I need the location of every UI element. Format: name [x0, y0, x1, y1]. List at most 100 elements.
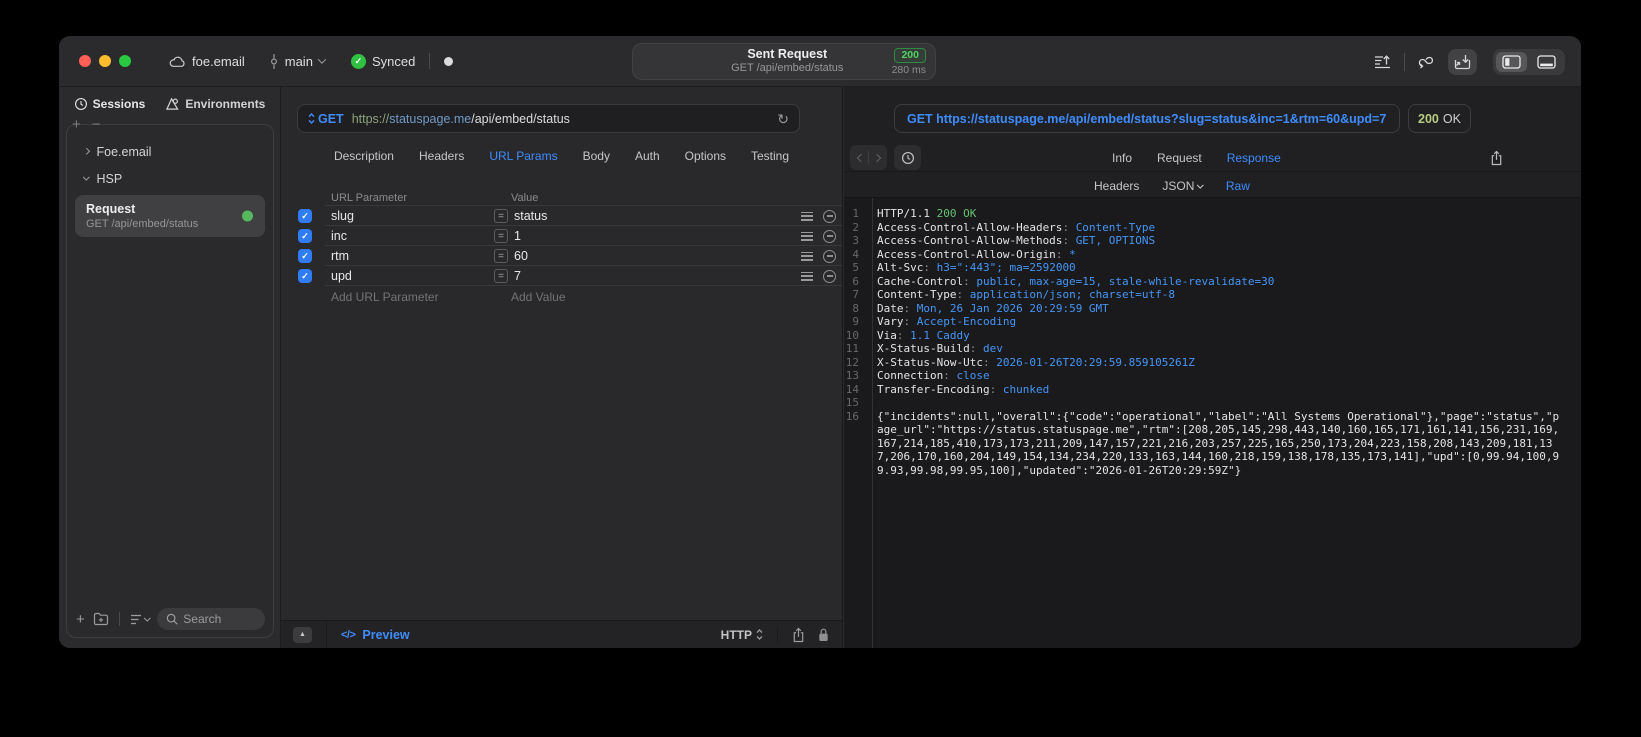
toggle-left-panel-button[interactable] [1496, 51, 1527, 72]
import-response-button[interactable] [1448, 48, 1477, 75]
remove-param-icon[interactable] [823, 249, 836, 263]
environments-icon [165, 97, 180, 111]
param-value[interactable]: 60 [514, 249, 801, 263]
param-enabled-checkbox[interactable]: ✓ [298, 269, 312, 283]
request-editor-pane: GET https://statuspage.me/api/embed/stat… [281, 87, 843, 648]
request-url-bar[interactable]: GET https://statuspage.me/api/embed/stat… [297, 104, 800, 133]
line-number: 8 [852, 301, 859, 315]
titlebar-actions [1374, 36, 1565, 87]
request-tab-headers[interactable]: Headers [419, 149, 464, 163]
param-row: ✓ rtm = 60 [281, 246, 842, 266]
preview-label: Preview [362, 627, 410, 642]
sent-request-pill[interactable]: Sent Request GET /api/embed/status 200 2… [632, 43, 936, 80]
tab-environments-label: Environments [185, 97, 266, 111]
param-value[interactable]: 1 [514, 229, 801, 243]
response-tab-info[interactable]: Info [1112, 151, 1132, 165]
request-tab-options[interactable]: Options [685, 149, 726, 163]
history-nav [850, 145, 887, 170]
toggle-bottom-panel-button[interactable] [1531, 52, 1562, 72]
add-param-row[interactable]: Add URL Parameter Add Value [281, 286, 842, 308]
resend-request-icon[interactable]: ↻ [777, 112, 789, 126]
sent-request-text: Sent Request GET /api/embed/status [633, 47, 892, 76]
tab-environments[interactable]: Environments [165, 97, 265, 111]
remove-param-icon[interactable] [823, 209, 836, 223]
sidebar-search[interactable]: Search [157, 608, 265, 630]
request-tab-body-label: Body [582, 149, 610, 163]
drag-handle-icon[interactable] [801, 231, 813, 241]
add-item-button[interactable]: + [72, 116, 81, 133]
response-code: 1 HTTP/1.1 200 OK 2 Access-Control-Allow-He… [844, 207, 1581, 477]
equals-icon: = [494, 209, 508, 223]
collapse-panel-button[interactable]: ▲ [293, 626, 312, 643]
param-enabled-checkbox[interactable]: ✓ [298, 229, 312, 243]
tree-group-foe-email[interactable]: Foe.email [74, 138, 266, 165]
zoom-window-button[interactable] [119, 55, 131, 67]
branch-selector[interactable]: main [269, 53, 327, 69]
request-tab-url-params[interactable]: URL Params [489, 149, 557, 163]
response-subtab-headers[interactable]: Headers [1094, 179, 1139, 193]
request-item-subtitle: GET /api/embed/status [86, 218, 199, 230]
share-response-icon[interactable] [1490, 150, 1503, 166]
sent-request-subtitle: GET /api/embed/status [731, 62, 844, 75]
drag-handle-icon[interactable] [801, 271, 813, 281]
add-url-parameter-placeholder[interactable]: Add URL Parameter [331, 290, 511, 304]
request-tab-body[interactable]: Body [583, 149, 610, 163]
response-line: 15 [844, 396, 1581, 410]
param-name[interactable]: slug [331, 209, 494, 223]
tree-group-hsp[interactable]: HSP [74, 165, 266, 192]
param-name[interactable]: inc [331, 229, 494, 243]
titlebar-actions-separator [1404, 52, 1405, 71]
preview-button[interactable]: </> Preview [341, 628, 410, 642]
request-tab-url-params-label: URL Params [489, 149, 558, 163]
response-line: 1 HTTP/1.1 200 OK [844, 207, 1581, 221]
duration-label: 280 ms [891, 63, 926, 76]
remove-param-icon[interactable] [823, 229, 836, 243]
lock-icon[interactable] [817, 627, 830, 643]
project-name: foe.email [192, 53, 245, 69]
request-tab-auth[interactable]: Auth [635, 149, 660, 163]
request-tab-testing[interactable]: Testing [751, 149, 789, 163]
remove-item-button[interactable]: − [92, 116, 101, 133]
response-tab-response[interactable]: Response [1227, 151, 1281, 165]
response-line: 4 Access-Control-Allow-Origin: * [844, 248, 1581, 262]
response-request-line[interactable]: GET https://statuspage.me/api/embed/stat… [894, 104, 1400, 133]
param-value[interactable]: 7 [514, 269, 801, 283]
response-body[interactable]: 1 HTTP/1.1 200 OK 2 Access-Control-Allow-He… [844, 197, 1581, 648]
request-url[interactable]: https://statuspage.me/api/embed/status [352, 112, 570, 126]
sent-request-title: Sent Request [747, 46, 828, 61]
new-request-button[interactable]: + [76, 611, 85, 628]
new-folder-button[interactable] [93, 612, 109, 626]
protocol-selector[interactable]: HTTP [721, 628, 763, 642]
response-subtab-json[interactable]: JSON [1162, 179, 1204, 193]
param-name[interactable]: upd [331, 269, 494, 283]
close-window-button[interactable] [79, 55, 91, 67]
code-icon: </> [341, 628, 356, 641]
back-button[interactable] [853, 153, 868, 162]
tab-sessions[interactable]: Sessions [74, 97, 145, 111]
forward-button[interactable] [869, 153, 884, 162]
line-text: {"incidents":null,"overall":{"code":"ope… [877, 409, 1560, 477]
drag-handle-icon[interactable] [801, 211, 813, 221]
param-value[interactable]: status [514, 209, 801, 223]
add-value-placeholder[interactable]: Add Value [511, 290, 566, 304]
share-icon[interactable] [792, 627, 805, 643]
export-requests-button[interactable] [1374, 54, 1392, 70]
minimize-window-button[interactable] [99, 55, 111, 67]
param-name[interactable]: rtm [331, 249, 494, 263]
line-number: 3 [852, 234, 859, 247]
request-list-item[interactable]: Request GET /api/embed/status [75, 195, 265, 237]
sort-options-button[interactable] [130, 614, 151, 625]
response-tab-request[interactable]: Request [1157, 151, 1202, 165]
response-subtab-raw[interactable]: Raw [1226, 179, 1250, 193]
param-enabled-checkbox[interactable]: ✓ [298, 209, 312, 223]
sync-loop-icon[interactable] [1417, 54, 1436, 69]
history-clock-button[interactable] [894, 145, 921, 170]
remove-param-icon[interactable] [823, 269, 836, 283]
request-tab-description[interactable]: Description [334, 149, 394, 163]
line-text: X-Status-Build: dev [877, 342, 1003, 355]
drag-handle-icon[interactable] [801, 251, 813, 261]
project-selector[interactable]: foe.email [169, 54, 245, 69]
param-enabled-checkbox[interactable]: ✓ [298, 249, 312, 263]
sync-status[interactable]: ✓ Synced [350, 53, 415, 69]
method-selector[interactable]: GET [308, 112, 344, 126]
